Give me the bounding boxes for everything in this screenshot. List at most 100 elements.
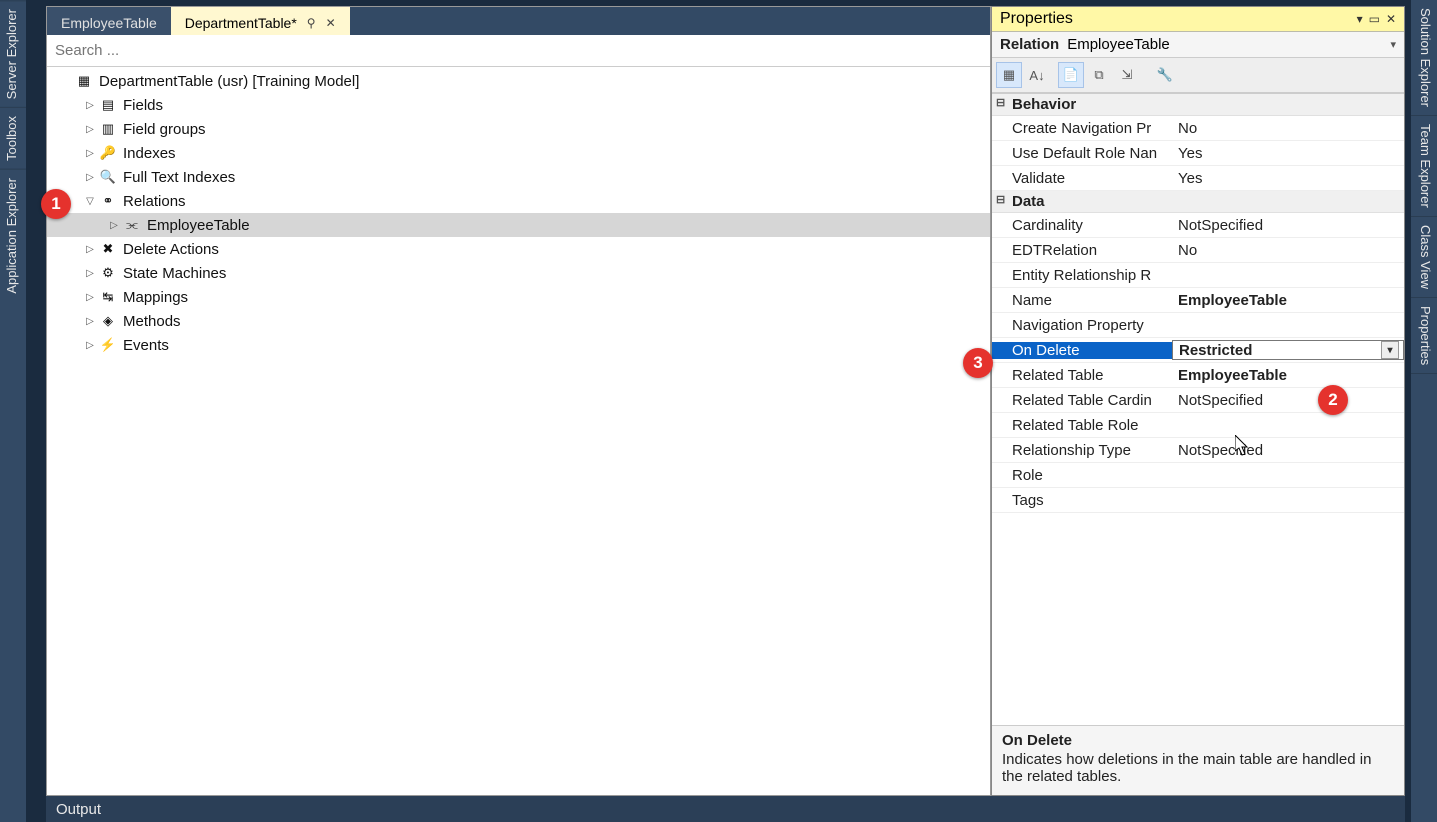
doc-tab-employee[interactable]: EmployeeTable bbox=[47, 7, 171, 35]
output-panel-header[interactable]: Output bbox=[46, 796, 1405, 822]
fieldgroups-icon: ▥ bbox=[99, 120, 117, 138]
tree-node-label: Fields bbox=[123, 97, 163, 114]
tree-node-label: Events bbox=[123, 337, 169, 354]
expander-icon[interactable]: ▷ bbox=[83, 268, 97, 279]
vtab-application-explorer[interactable]: Application Explorer bbox=[0, 169, 26, 302]
tree-node-state-machines[interactable]: ▷⚙State Machines bbox=[47, 261, 990, 285]
close-panel-icon[interactable]: ✕ bbox=[1386, 12, 1396, 26]
tree-node-employeetable[interactable]: ▷⫘ EmployeeTable bbox=[47, 213, 990, 237]
fulltext-icon: 🔍 bbox=[99, 168, 117, 186]
expander-icon[interactable]: ▷ bbox=[83, 172, 97, 183]
expander-icon[interactable]: ▷ bbox=[83, 340, 97, 351]
categorized-button[interactable]: ▦ bbox=[996, 62, 1022, 88]
tree-node-label: Relations bbox=[123, 193, 186, 210]
dropdown-arrow-icon[interactable]: ▾ bbox=[1381, 341, 1399, 359]
left-vertical-tab-strip: Server Explorer Toolbox Application Expl… bbox=[0, 0, 26, 822]
tree-node-mappings[interactable]: ▷↹Mappings bbox=[47, 285, 990, 309]
tree-node-delete-actions[interactable]: ▷✖Delete Actions bbox=[47, 237, 990, 261]
tree-node-label: Indexes bbox=[123, 145, 176, 162]
prop-value[interactable]: EmployeeTable bbox=[1172, 292, 1404, 309]
help-title: On Delete bbox=[1002, 732, 1394, 749]
properties-object-selector[interactable]: Relation EmployeeTable ▾ bbox=[992, 32, 1404, 58]
vtab-class-view[interactable]: Class View bbox=[1411, 217, 1437, 298]
close-tab-icon[interactable]: ✕ bbox=[326, 16, 336, 30]
designer-tree[interactable]: ▦DepartmentTable (usr) [Training Model]▷… bbox=[47, 67, 990, 795]
prop-row-edtrelation[interactable]: EDTRelationNo bbox=[992, 238, 1404, 263]
prop-row-navigation-property[interactable]: Navigation Property bbox=[992, 313, 1404, 338]
prop-row-tags[interactable]: Tags bbox=[992, 488, 1404, 513]
tree-node-label: Mappings bbox=[123, 289, 188, 306]
tree-root[interactable]: ▦DepartmentTable (usr) [Training Model] bbox=[47, 69, 990, 93]
output-label: Output bbox=[56, 801, 101, 818]
properties-help-pane: On Delete Indicates how deletions in the… bbox=[992, 725, 1404, 795]
tree-node-fields[interactable]: ▷▤Fields bbox=[47, 93, 990, 117]
pin-icon[interactable]: ⚲ bbox=[307, 16, 316, 30]
prop-value[interactable]: Yes bbox=[1172, 145, 1404, 162]
tree-node-label: Methods bbox=[123, 313, 181, 330]
expander-icon[interactable]: ▷ bbox=[83, 100, 97, 111]
prop-name: Create Navigation Pr bbox=[992, 120, 1172, 137]
object-name: EmployeeTable bbox=[1067, 36, 1170, 53]
vtab-properties[interactable]: Properties bbox=[1411, 298, 1437, 374]
dropdown-icon[interactable]: ▾ bbox=[1357, 12, 1363, 26]
prop-value[interactable]: No bbox=[1172, 120, 1404, 137]
tool-btn-4[interactable]: ⧉ bbox=[1086, 62, 1112, 88]
category-data[interactable]: Data bbox=[992, 191, 1404, 213]
prop-row-relationship-type[interactable]: Relationship TypeNotSpecified bbox=[992, 438, 1404, 463]
callout-2: 2 bbox=[1318, 385, 1348, 415]
prop-row-role[interactable]: Role bbox=[992, 463, 1404, 488]
prop-value[interactable]: Yes bbox=[1172, 170, 1404, 187]
wrench-icon[interactable]: 🔧 bbox=[1152, 62, 1178, 88]
tree-node-label: Field groups bbox=[123, 121, 206, 138]
tree-node-label: EmployeeTable bbox=[147, 217, 250, 234]
properties-page-button[interactable]: 📄 bbox=[1058, 62, 1084, 88]
prop-value[interactable]: NotSpecified bbox=[1172, 217, 1404, 234]
expander-icon[interactable]: ▷ bbox=[83, 316, 97, 327]
properties-title-text: Properties bbox=[1000, 10, 1073, 28]
expander-icon[interactable]: ▷ bbox=[107, 220, 121, 231]
prop-row-entity-relationship-r[interactable]: Entity Relationship R bbox=[992, 263, 1404, 288]
prop-name: Cardinality bbox=[992, 217, 1172, 234]
expander-icon[interactable]: ▷ bbox=[83, 292, 97, 303]
tree-node-methods[interactable]: ▷◈Methods bbox=[47, 309, 990, 333]
prop-name: Name bbox=[992, 292, 1172, 309]
prop-row-related-table[interactable]: Related TableEmployeeTable bbox=[992, 363, 1404, 388]
prop-value[interactable]: NotSpecified bbox=[1172, 442, 1404, 459]
prop-row-validate[interactable]: ValidateYes bbox=[992, 166, 1404, 191]
prop-name: Related Table bbox=[992, 367, 1172, 384]
expander-icon[interactable]: ▽ bbox=[83, 196, 97, 207]
prop-value[interactable]: NotSpecified bbox=[1172, 392, 1404, 409]
vtab-toolbox[interactable]: Toolbox bbox=[0, 107, 26, 169]
tree-node-relations[interactable]: ▽⚭Relations bbox=[47, 189, 990, 213]
doc-tab-department[interactable]: DepartmentTable* ⚲ ✕ bbox=[171, 7, 350, 35]
vtab-server-explorer[interactable]: Server Explorer bbox=[0, 0, 26, 107]
prop-row-on-delete[interactable]: On DeleteRestricted▾ bbox=[992, 338, 1404, 363]
prop-row-use-default-role-nan[interactable]: Use Default Role NanYes bbox=[992, 141, 1404, 166]
prop-row-create-navigation-pr[interactable]: Create Navigation PrNo bbox=[992, 116, 1404, 141]
expander-icon[interactable]: ▷ bbox=[83, 244, 97, 255]
prop-name: On Delete bbox=[992, 342, 1172, 359]
window-pos-icon[interactable]: ▭ bbox=[1369, 12, 1380, 26]
tool-btn-5[interactable]: ⇲ bbox=[1114, 62, 1140, 88]
tree-node-events[interactable]: ▷⚡Events bbox=[47, 333, 990, 357]
prop-value[interactable]: No bbox=[1172, 242, 1404, 259]
tree-search-box bbox=[47, 35, 990, 67]
prop-value[interactable]: EmployeeTable bbox=[1172, 367, 1404, 384]
alphabetical-button[interactable]: A↓ bbox=[1024, 62, 1050, 88]
category-behavior[interactable]: Behavior bbox=[992, 94, 1404, 116]
tree-node-field-groups[interactable]: ▷▥ Field groups bbox=[47, 117, 990, 141]
vtab-solution-explorer[interactable]: Solution Explorer bbox=[1411, 0, 1437, 116]
expander-icon[interactable]: ▷ bbox=[83, 124, 97, 135]
document-tab-bar: EmployeeTable DepartmentTable* ⚲ ✕ bbox=[47, 7, 990, 35]
tree-node-full-text-indexes[interactable]: ▷🔍Full Text Indexes bbox=[47, 165, 990, 189]
tree-node-indexes[interactable]: ▷🔑Indexes bbox=[47, 141, 990, 165]
expander-icon[interactable]: ▷ bbox=[83, 148, 97, 159]
prop-value[interactable]: Restricted▾ bbox=[1172, 340, 1404, 360]
relation-icon: ⫘ bbox=[123, 216, 141, 234]
tree-node-label: Delete Actions bbox=[123, 241, 219, 258]
prop-row-cardinality[interactable]: CardinalityNotSpecified bbox=[992, 213, 1404, 238]
tree-search-input[interactable] bbox=[55, 39, 982, 62]
prop-row-name[interactable]: NameEmployeeTable bbox=[992, 288, 1404, 313]
vtab-team-explorer[interactable]: Team Explorer bbox=[1411, 116, 1437, 217]
prop-row-related-table-role[interactable]: Related Table Role bbox=[992, 413, 1404, 438]
